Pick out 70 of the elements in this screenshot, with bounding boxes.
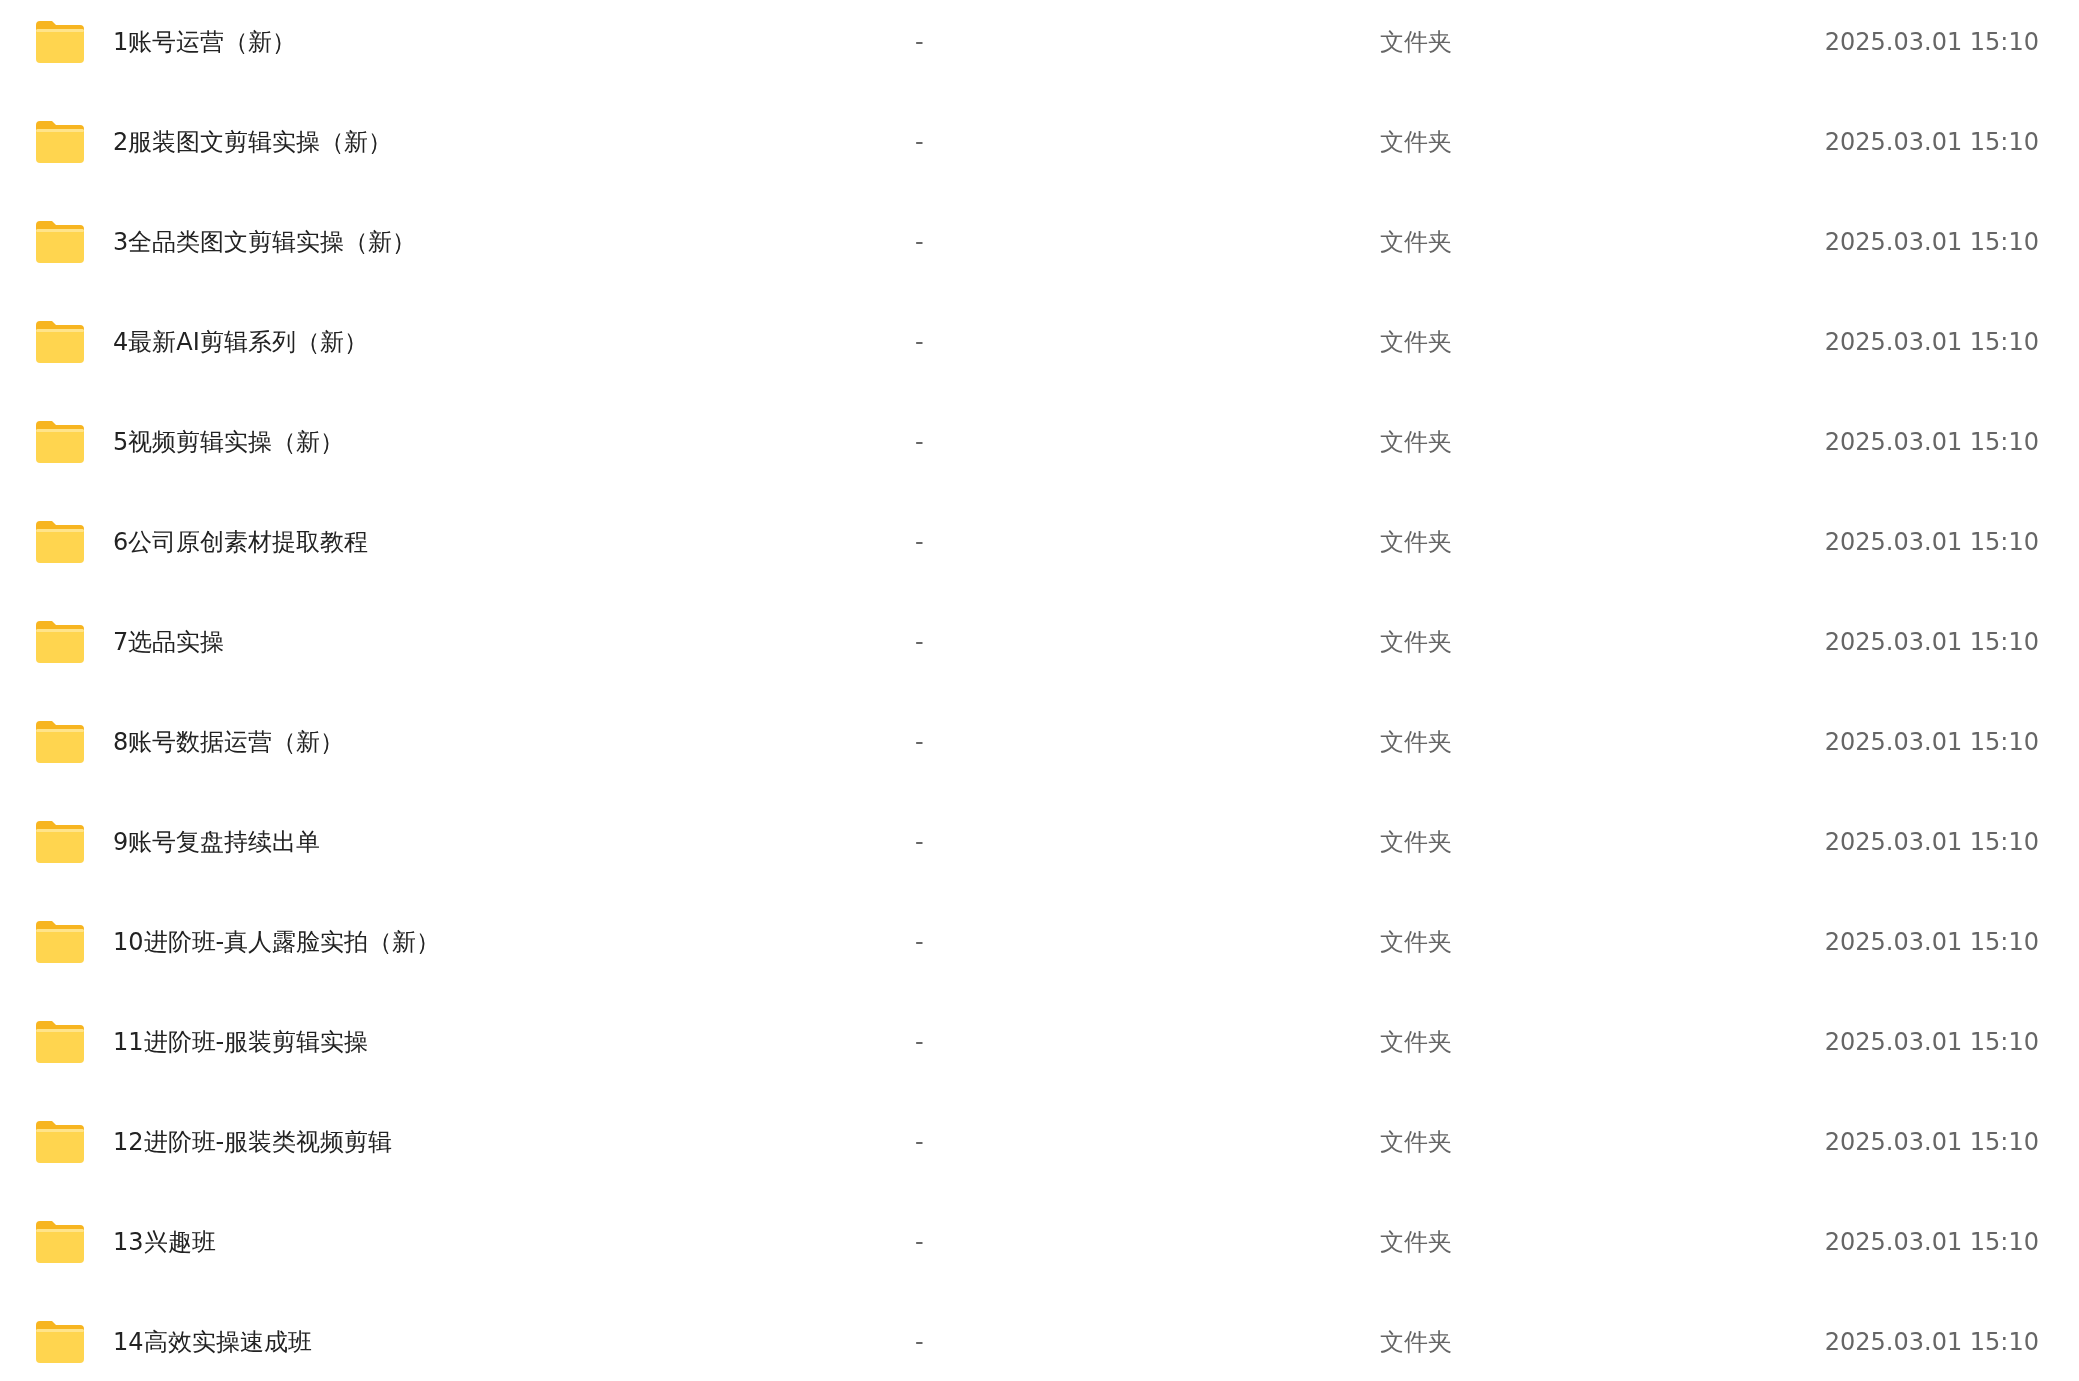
file-type: 文件夹 bbox=[1380, 227, 1452, 258]
modified-date: 2025.03.01 15:10 bbox=[1824, 827, 2039, 858]
file-type: 文件夹 bbox=[1380, 1327, 1452, 1358]
modified-date: 2025.03.01 15:10 bbox=[1824, 727, 2039, 758]
folder-name[interactable]: 3全品类图文剪辑实操（新） bbox=[113, 224, 915, 260]
file-size: - bbox=[915, 227, 925, 258]
file-size: - bbox=[915, 527, 925, 558]
folder-icon bbox=[36, 621, 84, 663]
file-type: 文件夹 bbox=[1380, 1127, 1452, 1158]
folder-name[interactable]: 13兴趣班 bbox=[113, 1224, 915, 1260]
folder-icon bbox=[36, 821, 84, 863]
folder-name[interactable]: 8账号数据运营（新） bbox=[113, 724, 915, 760]
file-size: - bbox=[915, 327, 925, 358]
folder-name[interactable]: 2服装图文剪辑实操（新） bbox=[113, 124, 915, 160]
modified-date: 2025.03.01 15:10 bbox=[1824, 1327, 2039, 1358]
folder-name[interactable]: 11进阶班-服装剪辑实操 bbox=[113, 1024, 915, 1060]
modified-date: 2025.03.01 15:10 bbox=[1824, 27, 2039, 58]
file-size: - bbox=[915, 927, 925, 958]
folder-name[interactable]: 7选品实操 bbox=[113, 624, 915, 660]
modified-date: 2025.03.01 15:10 bbox=[1824, 1227, 2039, 1258]
modified-date: 2025.03.01 15:10 bbox=[1824, 327, 2039, 358]
file-type: 文件夹 bbox=[1380, 1027, 1452, 1058]
folder-icon bbox=[36, 1221, 84, 1263]
folder-name[interactable]: 4最新AI剪辑系列（新） bbox=[113, 324, 915, 360]
file-type: 文件夹 bbox=[1380, 927, 1452, 958]
folder-icon bbox=[36, 1021, 84, 1063]
folder-icon bbox=[36, 1121, 84, 1163]
folder-icon bbox=[36, 921, 84, 963]
file-size: - bbox=[915, 427, 925, 458]
file-size: - bbox=[915, 1227, 925, 1258]
folder-icon bbox=[36, 1321, 84, 1363]
modified-date: 2025.03.01 15:10 bbox=[1824, 627, 2039, 658]
file-size: - bbox=[915, 727, 925, 758]
folder-icon bbox=[36, 21, 84, 63]
file-type: 文件夹 bbox=[1380, 127, 1452, 158]
folder-name[interactable]: 1账号运营（新） bbox=[113, 24, 915, 60]
file-size: - bbox=[915, 1027, 925, 1058]
folder-name[interactable]: 10进阶班-真人露脸实拍（新） bbox=[113, 924, 915, 960]
folder-icon bbox=[36, 521, 84, 563]
file-type: 文件夹 bbox=[1380, 627, 1452, 658]
modified-date: 2025.03.01 15:10 bbox=[1824, 127, 2039, 158]
folder-name[interactable]: 5视频剪辑实操（新） bbox=[113, 424, 915, 460]
folder-name[interactable]: 6公司原创素材提取教程 bbox=[113, 524, 915, 560]
file-size: - bbox=[915, 827, 925, 858]
file-type: 文件夹 bbox=[1380, 727, 1452, 758]
modified-date: 2025.03.01 15:10 bbox=[1824, 527, 2039, 558]
folder-icon bbox=[36, 221, 84, 263]
file-type: 文件夹 bbox=[1380, 327, 1452, 358]
file-size: - bbox=[915, 627, 925, 658]
file-type: 文件夹 bbox=[1380, 827, 1452, 858]
folder-name[interactable]: 14高效实操速成班 bbox=[113, 1324, 915, 1360]
modified-date: 2025.03.01 15:10 bbox=[1824, 1027, 2039, 1058]
file-size: - bbox=[915, 127, 925, 158]
file-size: - bbox=[915, 1327, 925, 1358]
file-size: - bbox=[915, 1127, 925, 1158]
file-type: 文件夹 bbox=[1380, 1227, 1452, 1258]
folder-icon bbox=[36, 321, 84, 363]
file-type: 文件夹 bbox=[1380, 527, 1452, 558]
folder-icon bbox=[36, 721, 84, 763]
modified-date: 2025.03.01 15:10 bbox=[1824, 1127, 2039, 1158]
file-type: 文件夹 bbox=[1380, 427, 1452, 458]
folder-name[interactable]: 9账号复盘持续出单 bbox=[113, 824, 915, 860]
folder-icon bbox=[36, 421, 84, 463]
folder-name[interactable]: 12进阶班-服装类视频剪辑 bbox=[113, 1124, 915, 1160]
file-size: - bbox=[915, 27, 925, 58]
modified-date: 2025.03.01 15:10 bbox=[1824, 427, 2039, 458]
folder-icon bbox=[36, 121, 84, 163]
modified-date: 2025.03.01 15:10 bbox=[1824, 927, 2039, 958]
modified-date: 2025.03.01 15:10 bbox=[1824, 227, 2039, 258]
file-type: 文件夹 bbox=[1380, 27, 1452, 58]
